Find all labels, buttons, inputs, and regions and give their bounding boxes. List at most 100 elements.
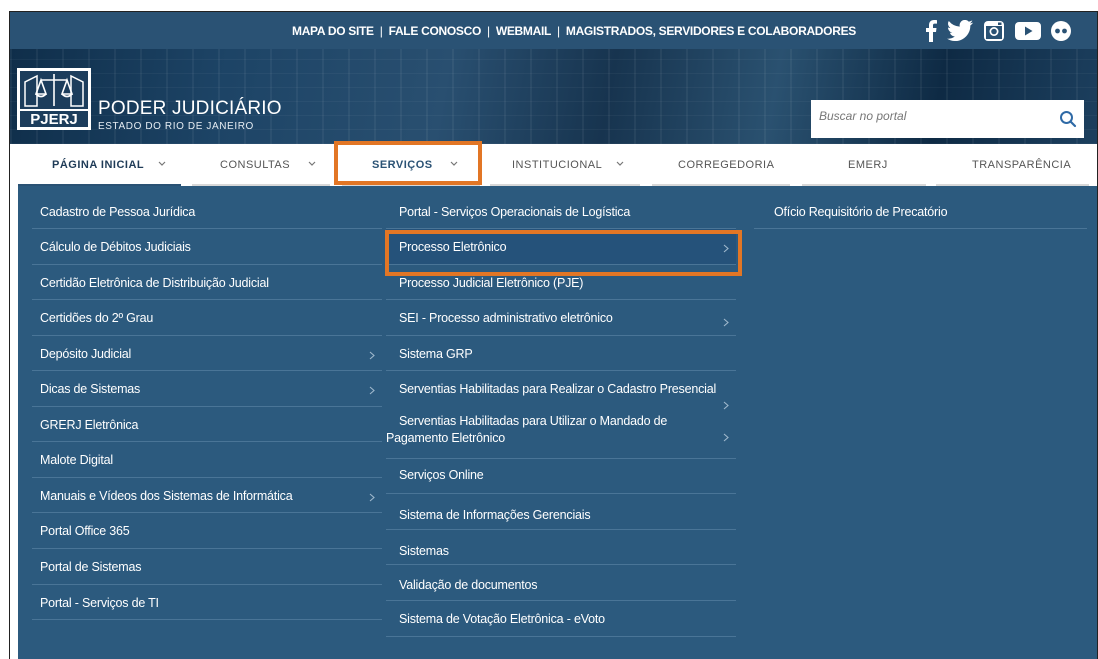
menu-item-label: Cálculo de Débitos Judiciais [40, 240, 191, 254]
menu-item[interactable]: Malote Digital [32, 442, 382, 478]
nav-label: EMERJ [848, 159, 888, 171]
nav-consultas[interactable]: CONSULTAS [192, 144, 330, 186]
menu-item-label: Sistema de Votação Eletrônica - eVoto [399, 612, 605, 626]
chevron-right-icon [369, 493, 375, 502]
nav-label: CORREGEDORIA [678, 159, 775, 171]
menu-item[interactable]: Certidões do 2º Grau [32, 300, 382, 336]
search-icon[interactable] [1058, 109, 1078, 129]
chevron-right-icon [369, 351, 375, 360]
menu-item[interactable]: Sistema de Votação Eletrônica - eVoto [386, 601, 736, 637]
social-links [925, 18, 1071, 44]
menu-item[interactable]: Validação de documentos [386, 565, 736, 601]
chevron-right-icon [723, 433, 729, 442]
nav-label: PÁGINA INICIAL [52, 159, 145, 171]
nav-label: TRANSPARÊNCIA [972, 159, 1072, 171]
nav-institucional[interactable]: INSTITUCIONAL [490, 144, 640, 186]
menu-item-label: Portal - Serviços Operacionais de Logíst… [399, 205, 631, 219]
menu-item[interactable]: Ofício Requisitório de Precatório [754, 194, 1087, 229]
menu-item-label: Dicas de Sistemas [40, 382, 141, 396]
menu-item[interactable]: Cálculo de Débitos Judiciais [32, 229, 382, 265]
menu-item[interactable]: Serventias Habilitadas para Realizar o C… [386, 371, 736, 410]
chevron-down-icon [616, 161, 624, 166]
link-webmail[interactable]: WEBMAIL [496, 24, 552, 38]
menu-item-label: Portal - Serviços de TI [40, 596, 159, 610]
menu-item[interactable]: Portal - Serviços de TI [32, 585, 382, 620]
main-nav: PÁGINA INICIAL CONSULTAS SERVIÇOS INSTIT… [10, 141, 1097, 186]
menu-item-processo-eletronico[interactable]: Processo Eletrônico [386, 229, 736, 265]
youtube-icon[interactable] [1015, 21, 1041, 41]
link-magistrados[interactable]: MAGISTRADOS, SERVIDORES E COLABORADORES [566, 24, 856, 38]
instagram-icon[interactable] [983, 20, 1005, 42]
menu-item-label: Processo Eletrônico [399, 240, 507, 254]
svg-text:PJERJ: PJERJ [30, 111, 78, 128]
menu-item[interactable]: Serventias Habilitadas para Utilizar o M… [386, 407, 736, 459]
menu-item-label: Serventias Habilitadas para Utilizar o M… [399, 414, 668, 428]
menu-item-label: Manuais e Vídeos dos Sistemas de Informá… [40, 489, 293, 503]
menu-item-label: Serviços Online [399, 468, 484, 482]
menu-item[interactable]: Sistema de Informações Gerenciais [386, 494, 736, 530]
menu-item-label: Sistema de Informações Gerenciais [399, 508, 591, 522]
menu-column-2: Portal - Serviços Operacionais de Logíst… [386, 194, 736, 637]
menu-item-label: GRERJ Eletrônica [40, 418, 139, 432]
nav-pagina-inicial[interactable]: PÁGINA INICIAL [18, 144, 181, 186]
menu-item[interactable]: GRERJ Eletrônica [32, 407, 382, 442]
chevron-right-icon [723, 318, 729, 327]
search-input[interactable] [819, 109, 1049, 123]
chevron-right-icon [369, 386, 375, 395]
menu-item[interactable]: Depósito Judicial [32, 336, 382, 371]
menu-item[interactable]: Serviços Online [386, 459, 736, 494]
nav-transparencia[interactable]: TRANSPARÊNCIA [936, 144, 1089, 186]
link-fale-conosco[interactable]: FALE CONOSCO [389, 24, 482, 38]
menu-item-label: Certidão Eletrônica de Distribuição Judi… [40, 276, 269, 290]
site-subtitle: ESTADO DO RIO DE JANEIRO [98, 121, 254, 132]
menu-item[interactable]: Sistemas [386, 530, 736, 565]
menu-item-label: Processo Judicial Eletrônico (PJE) [399, 276, 584, 290]
menu-item-label-line2: Pagamento Eletrônico [386, 431, 505, 445]
menu-item[interactable]: Portal Office 365 [32, 513, 382, 549]
chevron-down-icon [158, 161, 166, 166]
menu-item-label: Malote Digital [40, 453, 113, 467]
menu-item[interactable]: Portal de Sistemas [32, 549, 382, 585]
search-box [811, 100, 1084, 138]
menu-item-label: Sistema GRP [399, 347, 473, 361]
menu-item-label: Validação de documentos [399, 578, 538, 592]
menu-item-label: Portal de Sistemas [40, 560, 142, 574]
nav-emerj[interactable]: EMERJ [802, 144, 926, 186]
menu-item[interactable]: Certidão Eletrônica de Distribuição Judi… [32, 265, 382, 300]
chevron-down-icon [308, 161, 316, 166]
facebook-icon[interactable] [925, 20, 937, 42]
separator: | [557, 24, 560, 38]
nav-corregedoria[interactable]: CORREGEDORIA [652, 144, 790, 186]
menu-item-label: Ofício Requisitório de Precatório [774, 205, 948, 219]
separator: | [486, 24, 490, 38]
twitter-icon[interactable] [947, 20, 973, 42]
menu-item-label: Sistemas [399, 544, 449, 558]
menu-column-3: Ofício Requisitório de Precatório [754, 194, 1087, 229]
header-banner: PJERJ PODER JUDICIÁRIO ESTADO DO RIO DE … [10, 49, 1097, 144]
menu-column-1: Cadastro de Pessoa Jurídica Cálculo de D… [32, 194, 382, 620]
menu-item-label: Cadastro de Pessoa Jurídica [40, 205, 196, 219]
chevron-down-icon [450, 161, 458, 166]
pjerj-logo[interactable]: PJERJ [17, 68, 91, 130]
utility-links: MAPA DO SITE | FALE CONOSCO | WEBMAIL | MAGIST… [292, 24, 856, 38]
browser-viewport: MAPA DO SITE | FALE CONOSCO | WEBMAIL | MAGIST… [9, 11, 1098, 659]
menu-item[interactable]: Portal - Serviços Operacionais de Logíst… [386, 194, 736, 229]
menu-item[interactable]: SEI - Processo administrativo eletrônico [386, 300, 736, 336]
servicos-mega-menu: Cadastro de Pessoa Jurídica Cálculo de D… [18, 186, 1097, 659]
menu-item-label: Serventias Habilitadas para Realizar o C… [399, 382, 717, 396]
menu-item-label: Portal Office 365 [40, 524, 130, 538]
menu-item[interactable]: Manuais e Vídeos dos Sistemas de Informá… [32, 478, 382, 513]
menu-item[interactable]: Cadastro de Pessoa Jurídica [32, 194, 382, 229]
separator: | [379, 24, 383, 38]
nav-servicos[interactable]: SERVIÇOS [342, 144, 480, 186]
link-mapa-do-site[interactable]: MAPA DO SITE [292, 24, 374, 38]
menu-item[interactable]: Dicas de Sistemas [32, 371, 382, 407]
menu-item[interactable]: Sistema GRP [386, 336, 736, 371]
nav-label: SERVIÇOS [372, 159, 433, 171]
menu-item-label: Depósito Judicial [40, 347, 132, 361]
menu-item[interactable]: Processo Judicial Eletrônico (PJE) [386, 265, 736, 300]
chevron-right-icon [723, 244, 729, 253]
menu-item-label: Certidões do 2º Grau [40, 311, 154, 325]
site-title: PODER JUDICIÁRIO [98, 98, 282, 119]
flickr-icon[interactable] [1051, 21, 1071, 41]
